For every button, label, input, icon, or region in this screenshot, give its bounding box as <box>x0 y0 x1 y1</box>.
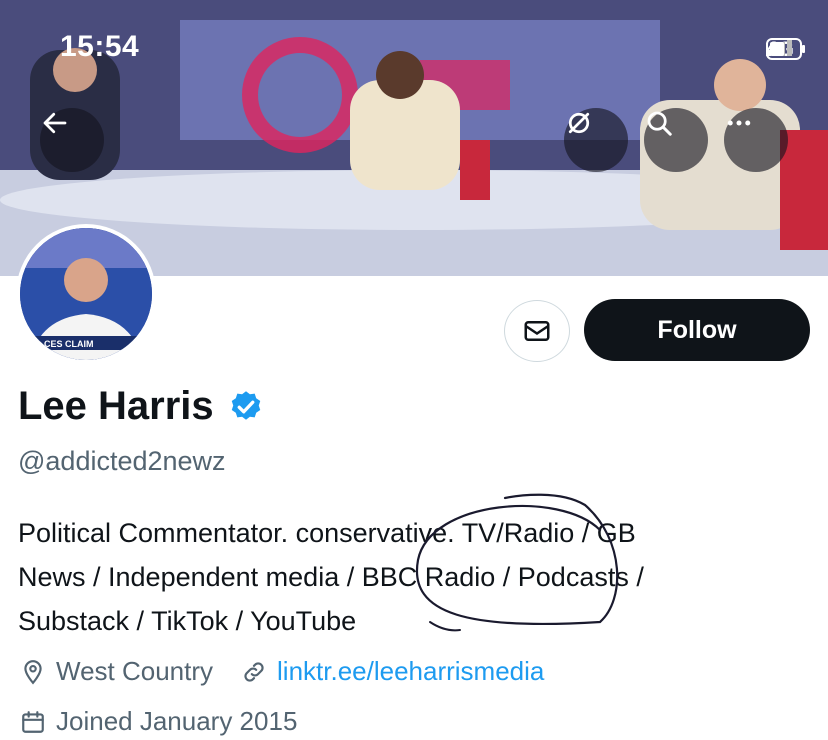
message-button[interactable] <box>504 300 570 362</box>
bio-line: Substack / TikTok / YouTube <box>18 606 357 636</box>
profile-joined: Joined January 2015 <box>56 706 298 736</box>
verified-badge-icon[interactable] <box>228 389 264 425</box>
profile-joined-row: Joined January 2015 <box>20 706 297 737</box>
eye-slash-icon <box>568 112 590 134</box>
back-button[interactable] <box>40 108 104 172</box>
more-horizontal-icon <box>727 120 751 126</box>
avatar-photo: CES CLAIM <box>20 228 152 360</box>
profile-meta-row: West Country linktr.ee/leeharrismedia <box>20 656 544 687</box>
profile-location: West Country <box>56 656 214 686</box>
profile-avatar[interactable]: CES CLAIM <box>16 224 156 364</box>
search-button[interactable] <box>644 108 708 172</box>
status-time: 15:54 <box>60 30 140 63</box>
calendar-icon <box>22 710 44 733</box>
envelope-icon <box>524 321 550 341</box>
search-icon <box>647 111 672 136</box>
profile-name: Lee Harris <box>18 384 214 428</box>
profile-bio: Political Commentator. conservative. TV/… <box>18 511 818 643</box>
avatar-image: CES CLAIM <box>20 228 152 360</box>
more-button[interactable] <box>724 108 788 172</box>
hide-button[interactable] <box>564 108 628 172</box>
profile-handle: @addicted2newz <box>18 446 226 476</box>
location-pin-icon <box>24 659 42 684</box>
profile-link[interactable]: linktr.ee/leeharrismedia <box>277 656 544 687</box>
bio-line: News / Independent media / BBC Radio / P… <box>18 562 644 592</box>
profile-name-row: Lee Harris <box>18 384 264 429</box>
follow-button[interactable]: Follow <box>584 299 810 361</box>
bio-line: Political Commentator. conservative. TV/… <box>18 518 636 548</box>
avatar-caption: CES CLAIM <box>44 339 94 349</box>
battery-icon <box>765 38 805 60</box>
link-icon <box>244 661 264 682</box>
arrow-left-icon <box>43 112 67 134</box>
status-indicators: 4G <box>765 38 805 62</box>
